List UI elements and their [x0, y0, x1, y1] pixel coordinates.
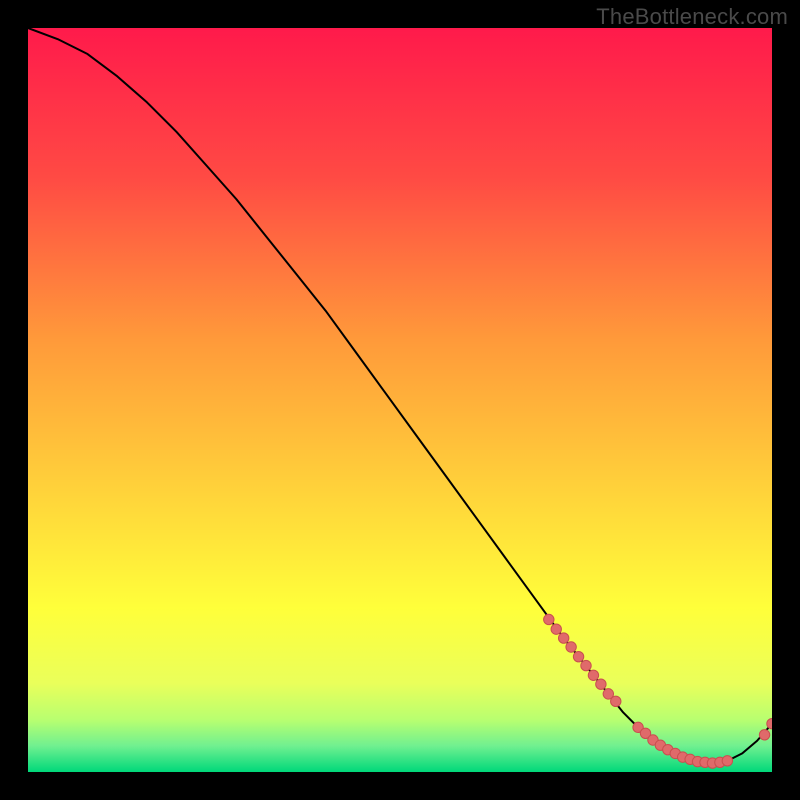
data-marker — [566, 642, 576, 652]
plot-area — [28, 28, 772, 772]
gradient-background — [28, 28, 772, 772]
data-marker — [573, 651, 583, 661]
data-marker — [581, 660, 591, 670]
chart-frame: TheBottleneck.com — [0, 0, 800, 800]
data-marker — [722, 756, 732, 766]
data-marker — [588, 670, 598, 680]
data-marker — [596, 679, 606, 689]
data-marker — [611, 696, 621, 706]
data-marker — [551, 624, 561, 634]
data-marker — [759, 730, 769, 740]
watermark-text: TheBottleneck.com — [596, 4, 788, 30]
data-marker — [558, 633, 568, 643]
data-marker — [544, 614, 554, 624]
chart-svg — [28, 28, 772, 772]
